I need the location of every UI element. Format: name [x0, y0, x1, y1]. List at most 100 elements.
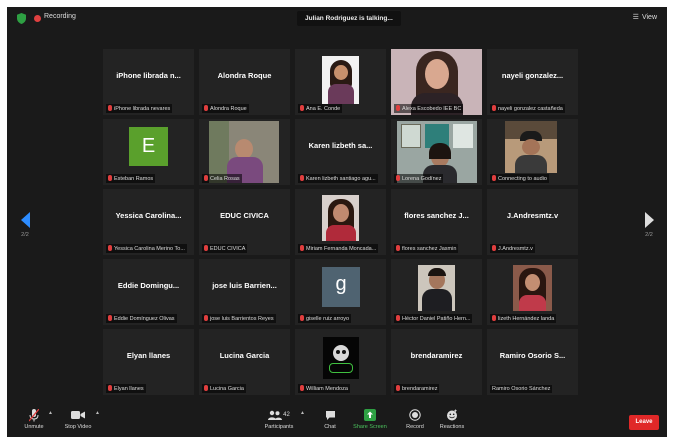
participant-display-name: brendaramirez [410, 351, 463, 360]
muted-mic-icon [108, 105, 112, 111]
muted-mic-icon [204, 245, 208, 251]
muted-mic-icon [300, 245, 304, 251]
participant-tile[interactable]: Héctor Daniel Patiño Hern... [391, 259, 482, 325]
participant-tile[interactable]: Connecting to audio [487, 119, 578, 185]
participant-tile[interactable]: Alondra Roque Alondra Roque [199, 49, 290, 115]
participant-display-name: Elyan llanes [126, 351, 171, 360]
chat-button[interactable]: Chat [319, 408, 341, 430]
participant-name-label: Esteban Ramos [106, 174, 156, 183]
previous-page-button[interactable]: 2/2 [15, 212, 35, 238]
participant-display-name: EDUC CIVICA [220, 211, 269, 220]
participant-tile[interactable]: Celia Rosas [199, 119, 290, 185]
muted-mic-icon [204, 385, 208, 391]
participant-tile[interactable]: g giselle ruiz arroyo [295, 259, 386, 325]
participant-tile[interactable]: Lucina Garcia Lucina Garcia [199, 329, 290, 395]
reactions-button[interactable]: Reactions [437, 408, 467, 430]
muted-mic-icon [396, 385, 400, 391]
muted-mic-icon [300, 105, 304, 111]
participants-options-caret[interactable]: ▲ [300, 410, 305, 416]
participant-name-label: Ana E. Conde [298, 104, 343, 113]
next-page-button[interactable]: 2/2 [639, 212, 659, 238]
top-bar: Recording Julian Rodriguez is talking...… [7, 7, 667, 31]
participant-tile[interactable]: brendaramirez brendaramirez [391, 329, 482, 395]
record-icon [409, 409, 421, 421]
reactions-label: Reactions [439, 424, 465, 430]
muted-mic-icon [492, 175, 496, 181]
reactions-smiley-icon [447, 409, 457, 421]
unmute-button[interactable]: Unmute [21, 408, 47, 430]
participant-name-label: Miriam Fernanda Moncada... [298, 244, 379, 253]
participant-video [505, 121, 557, 173]
video-options-caret[interactable]: ▲ [95, 410, 100, 416]
participant-tile[interactable]: Eddie Domingu... Eddie Domínguez Olivas [103, 259, 194, 325]
muted-mic-icon [492, 105, 496, 111]
participant-display-name: iPhone librada n... [116, 71, 181, 80]
stop-video-button[interactable]: Stop Video [61, 408, 95, 430]
participant-video [322, 195, 359, 241]
muted-mic-icon [396, 245, 400, 251]
participant-tile[interactable]: iPhone librada n... iPhone librada nevar… [103, 49, 194, 115]
participant-tile[interactable]: jose luis Barrien... jose luis Barriento… [199, 259, 290, 325]
unmute-label: Unmute [24, 424, 44, 430]
participant-tile[interactable]: lizeth Hernández landa [487, 259, 578, 325]
muted-mic-icon [492, 315, 496, 321]
participant-tile[interactable]: EDUC CIVICA EDUC CIVICA [199, 189, 290, 255]
participant-name-label: Yessica Carolina Merino To... [106, 244, 187, 253]
muted-mic-icon [204, 105, 208, 111]
view-label: View [641, 14, 657, 21]
participant-name-label: Alondra Roque [202, 104, 249, 113]
participant-avatar: E [129, 127, 168, 166]
participants-button[interactable]: 42 Participants [259, 408, 299, 430]
record-label: Record [406, 424, 424, 430]
grid-view-icon: ☰ [632, 14, 639, 21]
muted-mic-icon [492, 245, 496, 251]
participant-tile[interactable]: Ramiro Osorio S... Ramiro Osorio Sánchez [487, 329, 578, 395]
zoom-meeting-window: Recording Julian Rodriguez is talking...… [7, 7, 667, 437]
participants-label: Participants [264, 424, 294, 430]
participant-tile[interactable]: Miriam Fernanda Moncada... [295, 189, 386, 255]
chevron-left-icon [20, 212, 30, 228]
chat-bubble-icon [325, 410, 335, 420]
muted-mic-icon [300, 315, 304, 321]
participant-name-label: J.Andresmtz.v [490, 244, 535, 253]
participant-display-name: Lucina Garcia [219, 351, 270, 360]
participant-tile[interactable]: nayeli gonzalez... nayeli gonzalez casta… [487, 49, 578, 115]
muted-mic-icon [108, 245, 112, 251]
share-screen-button[interactable]: Share Screen [350, 408, 390, 430]
page-indicator-right: 2/2 [645, 232, 653, 238]
participant-display-name: jose luis Barrien... [212, 281, 277, 290]
participant-tile[interactable]: Lorena Godínez [391, 119, 482, 185]
shield-icon[interactable] [17, 13, 26, 24]
recording-label: Recording [44, 13, 76, 20]
view-button[interactable]: ☰ View [633, 13, 657, 21]
leave-button[interactable]: Leave [629, 415, 659, 430]
participant-video [418, 265, 455, 311]
participants-icon [268, 410, 283, 420]
participant-display-name: J.Andresmtz.v [506, 211, 559, 220]
participant-tile[interactable]: William Mendoza [295, 329, 386, 395]
participant-tile[interactable]: J.Andresmtz.v J.Andresmtz.v [487, 189, 578, 255]
participant-display-name: Yessica Carolina... [115, 211, 182, 220]
participant-count: 42 [283, 412, 290, 418]
participant-display-name: flores sanchez J... [404, 211, 469, 220]
participant-display-name: Ramiro Osorio S... [499, 351, 566, 360]
participant-tile[interactable]: Elyan llanes Elyan llanes [103, 329, 194, 395]
participant-name-label: Lorena Godínez [394, 174, 444, 183]
participant-name-label: Eddie Domínguez Olivas [106, 314, 177, 323]
chevron-right-icon [644, 212, 654, 228]
participant-tile[interactable]: Yessica Carolina... Yessica Carolina Mer… [103, 189, 194, 255]
participant-name-label: Héctor Daniel Patiño Hern... [394, 314, 473, 323]
audio-options-caret[interactable]: ▲ [48, 410, 53, 416]
muted-mic-icon [108, 315, 112, 321]
page-indicator-left: 2/2 [21, 232, 29, 238]
record-button[interactable]: Record [403, 408, 427, 430]
participant-tile[interactable]: Alexa Escobedo IEE BC [391, 49, 482, 115]
participant-tile[interactable]: E Esteban Ramos [103, 119, 194, 185]
participant-name-label: Alexa Escobedo IEE BC [394, 104, 464, 113]
participant-tile[interactable]: flores sanchez J... flores sanchez Jasmi… [391, 189, 482, 255]
participant-tile[interactable]: Karen lizbeth sa... Karen lizbeth santia… [295, 119, 386, 185]
participant-tile[interactable]: Ana E. Conde [295, 49, 386, 115]
participant-name-label: flores sanchez Jasmin [394, 244, 459, 253]
participant-name-label: brendaramirez [394, 384, 440, 393]
participant-name-label: nayeli gonzalez castañeda [490, 104, 565, 113]
